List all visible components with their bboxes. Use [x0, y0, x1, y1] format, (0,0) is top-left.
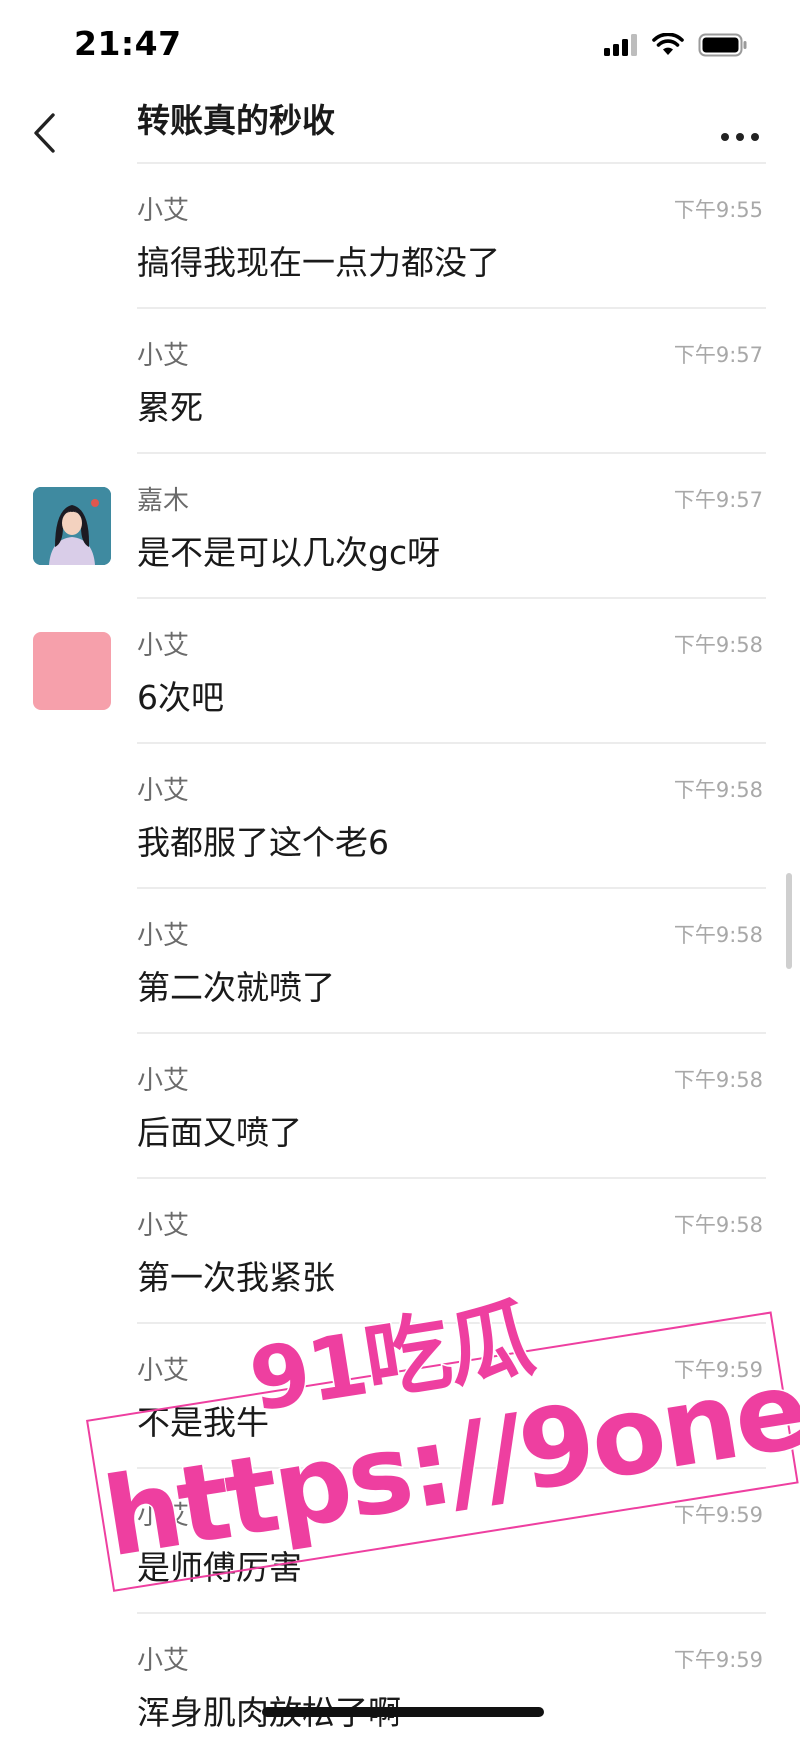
sender-name: 小艾 [137, 631, 190, 661]
message-item[interactable]: 小艾 下午9:58 第二次就喷了 [0, 889, 800, 1034]
avatar[interactable] [33, 487, 111, 565]
message-item[interactable]: 小艾 下午9:59 是师傅厉害 [0, 1469, 800, 1614]
message-text: 不是我牛 [137, 1403, 269, 1442]
avatar[interactable] [33, 632, 111, 710]
message-text: 第一次我紧张 [137, 1258, 335, 1297]
message-item[interactable]: 小艾 下午9:57 累死 [0, 309, 800, 454]
sender-name: 嘉木 [137, 486, 190, 516]
battery-icon [698, 33, 748, 57]
message-item[interactable]: 小艾 下午9:58 6次吧 [0, 599, 800, 744]
message-item[interactable]: 小艾 下午9:55 搞得我现在一点力都没了 [0, 164, 800, 309]
more-button[interactable] [716, 124, 764, 148]
page-title: 转账真的秒收 [137, 101, 335, 140]
sender-name: 小艾 [137, 1356, 190, 1386]
message-time: 下午9:59 [673, 1503, 763, 1527]
back-button[interactable] [22, 110, 66, 160]
message-item[interactable]: 小艾 下午9:58 后面又喷了 [0, 1034, 800, 1179]
message-text: 我都服了这个老6 [137, 823, 389, 862]
message-time: 下午9:57 [673, 488, 763, 512]
wifi-icon [652, 33, 684, 57]
sender-name: 小艾 [137, 776, 190, 806]
message-item[interactable]: 小艾 下午9:58 第一次我紧张 [0, 1179, 800, 1324]
message-text: 是师傅厉害 [137, 1548, 302, 1587]
message-item[interactable]: 小艾 下午9:59 浑身肌肉放松了啊 [0, 1614, 800, 1759]
sender-name: 小艾 [137, 1501, 190, 1531]
ellipsis-icon [720, 127, 760, 146]
status-time: 21:47 [74, 24, 182, 63]
portrait-avatar-image [33, 487, 111, 565]
message-time: 下午9:58 [673, 633, 763, 657]
status-icons [604, 30, 748, 60]
message-time: 下午9:58 [673, 778, 763, 802]
message-item[interactable]: 小艾 下午9:58 我都服了这个老6 [0, 744, 800, 889]
status-bar: 21:47 [0, 0, 800, 80]
message-text: 搞得我现在一点力都没了 [137, 243, 500, 282]
scrollbar[interactable] [786, 873, 792, 969]
chat-header: 转账真的秒收 [0, 80, 800, 164]
message-time: 下午9:58 [673, 1213, 763, 1237]
message-time: 下午9:57 [673, 343, 763, 367]
cellular-signal-icon [604, 34, 638, 56]
sender-name: 小艾 [137, 1646, 190, 1676]
message-text: 6次吧 [137, 678, 224, 717]
message-text: 是不是可以几次gc呀 [137, 533, 441, 572]
sender-name: 小艾 [137, 1211, 190, 1241]
sender-name: 小艾 [137, 1066, 190, 1096]
message-item[interactable]: 嘉木 下午9:57 是不是可以几次gc呀 [0, 454, 800, 599]
chevron-left-icon [31, 111, 57, 159]
sender-name: 小艾 [137, 341, 190, 371]
home-indicator[interactable] [262, 1707, 544, 1717]
message-time: 下午9:55 [673, 198, 763, 222]
message-text: 第二次就喷了 [137, 968, 335, 1007]
message-time: 下午9:58 [673, 923, 763, 947]
message-time: 下午9:58 [673, 1068, 763, 1092]
sender-name: 小艾 [137, 921, 190, 951]
message-list[interactable]: 小艾 下午9:55 搞得我现在一点力都没了 小艾 下午9:57 累死 嘉木 下午… [0, 164, 800, 1759]
message-item[interactable]: 小艾 下午9:59 不是我牛 [0, 1324, 800, 1469]
message-text: 累死 [137, 388, 203, 427]
message-text: 后面又喷了 [137, 1113, 302, 1152]
sender-name: 小艾 [137, 196, 190, 226]
message-time: 下午9:59 [673, 1358, 763, 1382]
message-time: 下午9:59 [673, 1648, 763, 1672]
